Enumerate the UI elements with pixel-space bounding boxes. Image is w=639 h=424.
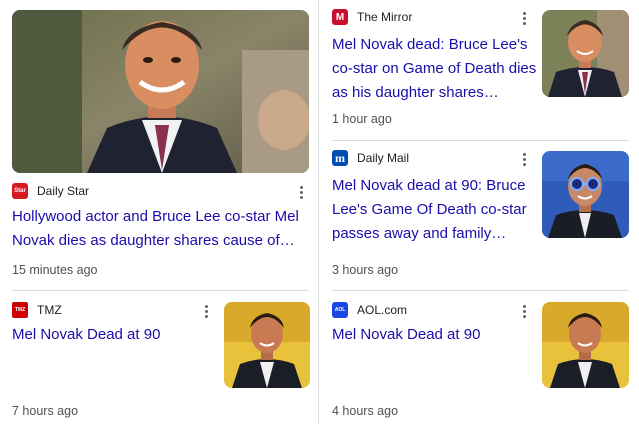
source-row: Star Daily Star	[12, 182, 89, 200]
article-timestamp: 1 hour ago	[332, 112, 392, 126]
article-headline[interactable]: Mel Novak Dead at 90	[12, 323, 212, 347]
source-name: Daily Star	[37, 184, 90, 198]
source-name: The Mirror	[357, 10, 413, 24]
news-card-aol[interactable]: AOL AOL.com Mel Novak Dead at 90 4 hours…	[320, 290, 639, 424]
daily-mail-logo-icon: m	[332, 150, 348, 166]
news-card-tmz[interactable]: TMZ TMZ Mel Novak Dead at 90 7 hours ago	[0, 290, 318, 424]
article-thumbnail[interactable]	[542, 10, 629, 97]
source-name: AOL.com	[357, 303, 408, 317]
article-timestamp: 7 hours ago	[12, 404, 79, 418]
article-headline[interactable]: Mel Novak dead at 90: Bruce Lee's Game O…	[332, 174, 538, 246]
article-headline[interactable]: Mel Novak Dead at 90	[332, 323, 532, 347]
more-options-icon[interactable]	[518, 150, 530, 168]
more-options-icon[interactable]	[200, 302, 212, 320]
source-row: m Daily Mail	[332, 149, 409, 167]
article-image[interactable]	[12, 10, 309, 173]
news-card-daily-star[interactable]: Star Daily Star Hollywood actor and Bruc…	[0, 0, 318, 290]
tmz-logo-icon: TMZ	[12, 302, 28, 318]
source-name: TMZ	[37, 303, 62, 317]
article-thumbnail[interactable]	[542, 151, 629, 238]
article-timestamp: 3 hours ago	[332, 263, 399, 277]
article-headline[interactable]: Mel Novak dead: Bruce Lee's co-star on G…	[332, 33, 538, 105]
article-headline[interactable]: Hollywood actor and Bruce Lee co-star Me…	[12, 205, 312, 253]
news-card-the-mirror[interactable]: M The Mirror Mel Novak dead: Bruce Lee's…	[320, 0, 639, 140]
source-row: M The Mirror	[332, 8, 412, 26]
article-thumbnail[interactable]	[542, 302, 629, 388]
daily-star-logo-icon: Star	[12, 183, 28, 199]
article-thumbnail[interactable]	[224, 302, 310, 388]
source-name: Daily Mail	[357, 151, 410, 165]
article-timestamp: 15 minutes ago	[12, 263, 98, 277]
source-row: AOL AOL.com	[332, 301, 407, 319]
more-options-icon[interactable]	[295, 183, 307, 201]
source-row: TMZ TMZ	[12, 301, 62, 319]
aol-logo-icon: AOL	[332, 302, 348, 318]
column-divider	[318, 0, 319, 424]
mirror-logo-icon: M	[332, 9, 348, 25]
news-card-daily-mail[interactable]: m Daily Mail Mel Novak dead at 90: Bruce…	[320, 140, 639, 290]
more-options-icon[interactable]	[518, 9, 530, 27]
more-options-icon[interactable]	[518, 302, 530, 320]
article-timestamp: 4 hours ago	[332, 404, 399, 418]
